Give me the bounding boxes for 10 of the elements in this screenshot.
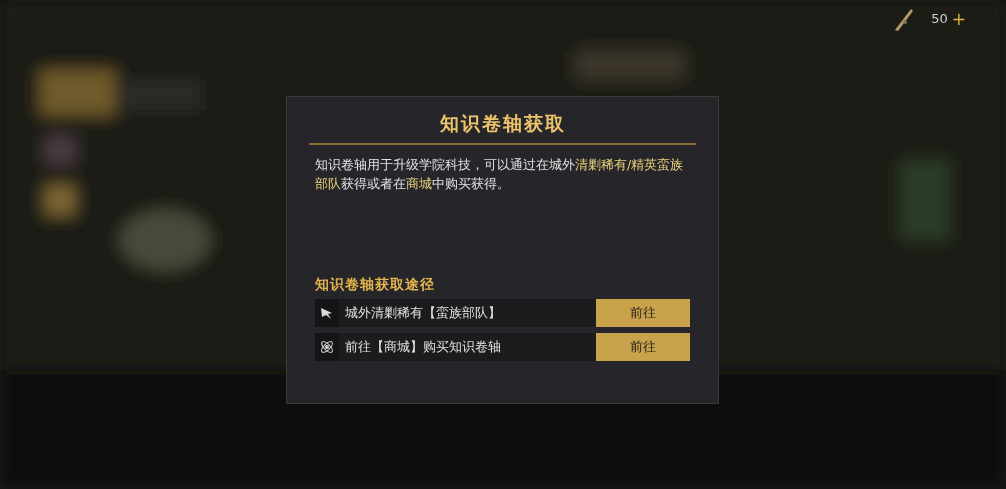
go-button[interactable]: 前往: [596, 299, 690, 327]
description-text: 知识卷轴用于升级学院科技，可以通过在城外清剿稀有/精英蛮族部队获得或者在商城中购买获得。: [314, 155, 685, 193]
atom-icon: [319, 339, 335, 355]
amount-text: 50: [931, 10, 948, 29]
section-title: 知识卷轴获取途径: [314, 275, 436, 294]
go-button[interactable]: 前往: [596, 333, 690, 361]
route-label: 前往【商城】购买知识卷轴: [345, 338, 502, 357]
route-label: 城外清剿稀有【蛮族部队】: [345, 304, 502, 323]
dialog-title: 知识卷轴获取: [439, 111, 566, 136]
add-button[interactable]: +: [951, 10, 966, 28]
